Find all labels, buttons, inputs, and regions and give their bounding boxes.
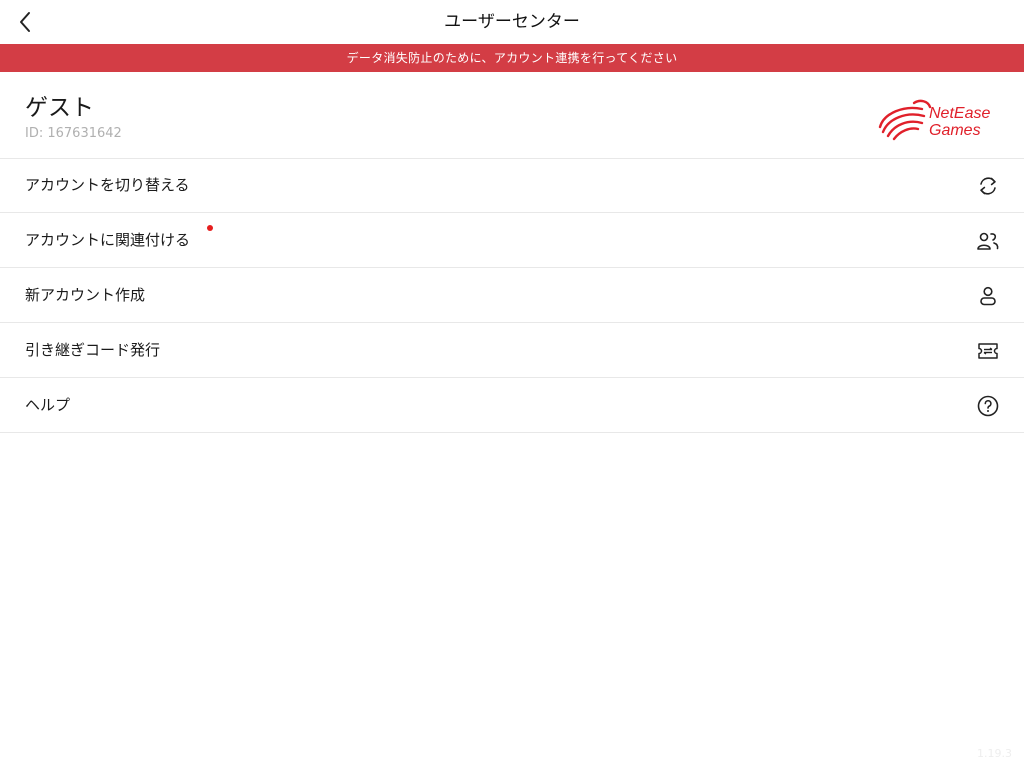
menu-item-help[interactable]: ヘルプ (0, 378, 1024, 433)
help-icon (977, 395, 999, 417)
menu-item-create-account[interactable]: 新アカウント作成 (0, 268, 1024, 323)
user-center-menu: アカウントを切り替える アカウントに関連付ける 新アカウント作成 引き継ぎコード… (0, 158, 1024, 433)
menu-item-link-account[interactable]: アカウントに関連付ける (0, 213, 1024, 268)
notification-dot (207, 225, 213, 231)
menu-item-label: ヘルプ (25, 396, 71, 414)
ticket-icon (978, 343, 998, 359)
profile-name: ゲスト (25, 95, 94, 121)
brand-text-line2: Games (929, 122, 981, 139)
page-title: ユーザーセンター (444, 12, 580, 32)
refresh-icon (980, 177, 996, 195)
top-navigation-bar: ユーザーセンター (0, 0, 1024, 44)
menu-item-label: 新アカウント作成 (25, 286, 146, 304)
menu-item-label: アカウントを切り替える (25, 176, 190, 194)
menu-item-label: 引き継ぎコード発行 (25, 341, 161, 359)
menu-item-switch-account[interactable]: アカウントを切り替える (0, 158, 1024, 213)
menu-item-issue-transfer-code[interactable]: 引き継ぎコード発行 (0, 323, 1024, 378)
menu-item-label: アカウントに関連付ける (25, 231, 191, 249)
netease-emblem-icon (878, 99, 932, 141)
brand-text-line1: NetEase (929, 105, 990, 122)
link-users-icon (977, 232, 999, 250)
netease-games-logo: NetEase Games (878, 99, 990, 141)
user-center-page: ユーザーセンター データ消失防止のために、アカウント連携を行ってください ゲスト… (0, 0, 1024, 768)
user-icon (980, 286, 996, 306)
profile-id: ID: 167631642 (25, 126, 122, 141)
link-account-warning-banner[interactable]: データ消失防止のために、アカウント連携を行ってください (0, 44, 1024, 72)
version-label: 1.19.3 (977, 747, 1012, 760)
profile-section: ゲスト ID: 167631642 NetEase Games (0, 72, 1024, 159)
